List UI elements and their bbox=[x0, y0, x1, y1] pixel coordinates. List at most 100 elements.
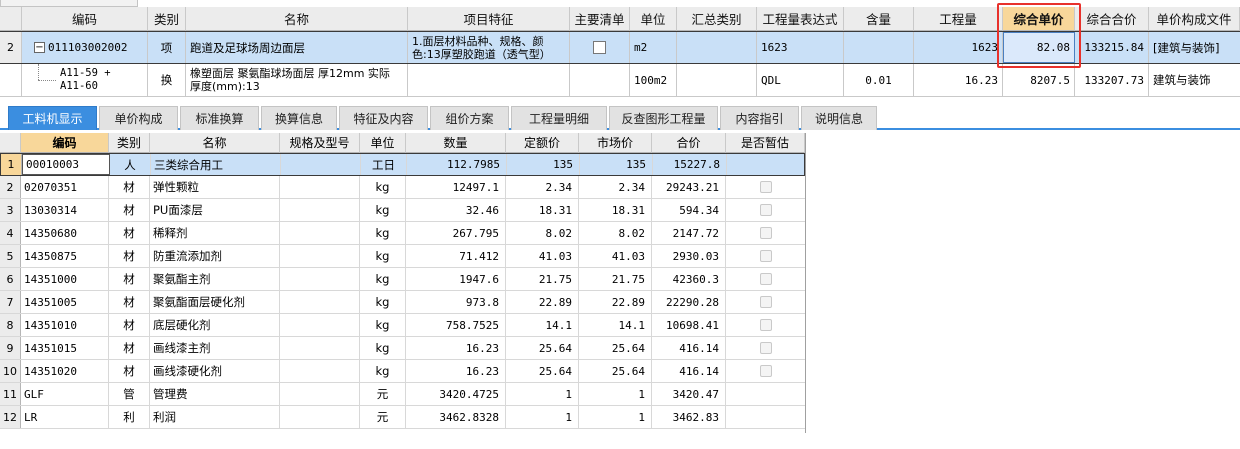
resource-spec[interactable] bbox=[281, 154, 361, 175]
resource-qty[interactable]: 112.7985 bbox=[407, 154, 507, 175]
resource-market-price[interactable]: 2.34 bbox=[579, 176, 652, 198]
table-row[interactable]: 7 14351005 材聚氨酯面层硬化剂 kg 973.8 22.89 22.89 22290… bbox=[0, 291, 805, 314]
provisional-checkbox[interactable] bbox=[759, 181, 772, 193]
resource-name[interactable]: 聚氨酯面层硬化剂 bbox=[150, 291, 280, 313]
resource-total[interactable]: 10698.41 bbox=[652, 314, 726, 336]
content-cell[interactable]: 0.01 bbox=[844, 64, 914, 96]
col-header-price-file[interactable]: 单价构成文件 bbox=[1149, 7, 1240, 31]
expression-cell[interactable]: QDL bbox=[757, 64, 844, 96]
resource-type[interactable]: 材 bbox=[109, 245, 150, 267]
provisional-checkbox[interactable] bbox=[759, 250, 772, 262]
provisional-checkbox[interactable] bbox=[759, 204, 772, 216]
resource-quota-price[interactable]: 8.02 bbox=[506, 222, 579, 244]
col-header-quantity[interactable]: 工程量 bbox=[914, 7, 1003, 31]
col-header-expression[interactable]: 工程量表达式 bbox=[757, 7, 844, 31]
resource-code[interactable]: 14350680 bbox=[21, 222, 109, 244]
resource-type[interactable]: 材 bbox=[109, 360, 150, 382]
col-header-total[interactable]: 综合合价 bbox=[1075, 7, 1149, 31]
resource-code[interactable]: GLF bbox=[21, 383, 109, 405]
resource-market-price[interactable]: 25.64 bbox=[579, 337, 652, 359]
resource-unit[interactable]: kg bbox=[360, 360, 406, 382]
resource-qty[interactable]: 267.795 bbox=[406, 222, 506, 244]
provisional-cell[interactable] bbox=[726, 383, 805, 405]
resource-code[interactable]: LR bbox=[21, 406, 109, 428]
resource-type[interactable]: 管 bbox=[109, 383, 150, 405]
tab-standard-conversion[interactable]: 标准换算 bbox=[180, 106, 259, 130]
provisional-checkbox[interactable] bbox=[759, 365, 772, 377]
resource-type[interactable]: 材 bbox=[109, 222, 150, 244]
resource-name[interactable]: 聚氨酯主剂 bbox=[150, 268, 280, 290]
resource-type[interactable]: 人 bbox=[110, 154, 151, 175]
resource-unit[interactable]: kg bbox=[360, 245, 406, 267]
col-header-code[interactable]: 编码 bbox=[22, 7, 148, 31]
unit-cell[interactable]: m2 bbox=[630, 32, 677, 63]
resource-quota-price[interactable]: 41.03 bbox=[506, 245, 579, 267]
table-row[interactable]: 3 13030314 材 PU面漆层 kg 32.46 18.31 18.31 594.34 bbox=[0, 199, 805, 222]
resource-type[interactable]: 材 bbox=[109, 337, 150, 359]
resource-unit[interactable]: 元 bbox=[360, 383, 406, 405]
provisional-cell[interactable] bbox=[726, 314, 805, 336]
resource-code[interactable]: 14350875 bbox=[21, 245, 109, 267]
table-row[interactable]: 11 GLF 管管理费元 3420.4725 1 1 3420.47 bbox=[0, 383, 805, 406]
resource-code[interactable]: 14351010 bbox=[21, 314, 109, 336]
resource-name[interactable]: 防重流添加剂 bbox=[150, 245, 280, 267]
provisional-checkbox[interactable] bbox=[759, 342, 772, 354]
provisional-checkbox[interactable] bbox=[759, 227, 772, 239]
col-header-provisional[interactable]: 是否暂估 bbox=[726, 133, 805, 153]
table-row[interactable]: 5 14350875 材防重流添加剂 kg 71.412 41.03 41.03 2930.0… bbox=[0, 245, 805, 268]
resource-total[interactable]: 3420.47 bbox=[652, 383, 726, 405]
resource-spec[interactable] bbox=[280, 268, 360, 290]
table-row[interactable]: 6 14351000 材聚氨酯主剂 kg 1947.6 21.75 21.75 42360.3 bbox=[0, 268, 805, 291]
unit-price-cell[interactable]: 8207.5 bbox=[1003, 64, 1075, 96]
resource-unit[interactable]: kg bbox=[360, 199, 406, 221]
col-header-name[interactable]: 名称 bbox=[186, 7, 408, 31]
resource-quota-price[interactable]: 1 bbox=[506, 406, 579, 428]
resource-code[interactable]: 13030314 bbox=[21, 199, 109, 221]
resource-market-price[interactable]: 8.02 bbox=[579, 222, 652, 244]
tab-quantity-detail[interactable]: 工程量明细 bbox=[511, 106, 607, 130]
col-header-content[interactable]: 含量 bbox=[844, 7, 914, 31]
resource-type[interactable]: 材 bbox=[109, 268, 150, 290]
table-row[interactable]: 4 14350680 材稀释剂 kg 267.795 8.02 8.02 2147.72 bbox=[0, 222, 805, 245]
resource-type[interactable]: 材 bbox=[109, 291, 150, 313]
tab-pricing-scheme[interactable]: 组价方案 bbox=[430, 106, 509, 130]
table-row[interactable]: 1 00010003 人三类综合用工 工日 112.7985 135 135 15227.8 bbox=[0, 153, 805, 176]
col-header-qty[interactable]: 数量 bbox=[406, 133, 506, 153]
feature-cell[interactable]: 1.面层材料品种、规格、颜 色:13厚塑胶跑道（透气型） bbox=[408, 32, 570, 63]
feature-cell[interactable] bbox=[408, 64, 570, 96]
resource-qty[interactable]: 973.8 bbox=[406, 291, 506, 313]
col-header-type[interactable]: 类别 bbox=[109, 133, 150, 153]
provisional-cell[interactable] bbox=[727, 154, 806, 175]
provisional-checkbox[interactable] bbox=[759, 319, 772, 331]
resource-type[interactable]: 材 bbox=[109, 314, 150, 336]
resource-quota-price[interactable]: 22.89 bbox=[506, 291, 579, 313]
col-header-type[interactable]: 类别 bbox=[148, 7, 186, 31]
resource-qty[interactable]: 16.23 bbox=[406, 337, 506, 359]
resource-spec[interactable] bbox=[280, 337, 360, 359]
resource-unit[interactable]: 工日 bbox=[361, 154, 407, 175]
tab-description-info[interactable]: 说明信息 bbox=[801, 106, 877, 130]
summary-type-cell[interactable] bbox=[677, 32, 757, 63]
resource-name[interactable]: 底层硬化剂 bbox=[150, 314, 280, 336]
resource-total[interactable]: 15227.8 bbox=[653, 154, 727, 175]
resource-type[interactable]: 材 bbox=[109, 199, 150, 221]
resource-spec[interactable] bbox=[280, 406, 360, 428]
resource-unit[interactable]: 元 bbox=[360, 406, 406, 428]
resource-name[interactable]: 弹性颗粒 bbox=[150, 176, 280, 198]
resource-quota-price[interactable]: 2.34 bbox=[506, 176, 579, 198]
price-file-cell[interactable]: 建筑与装饰 bbox=[1149, 64, 1240, 96]
col-header-main-list[interactable]: 主要清单 bbox=[570, 7, 630, 31]
col-header-market-price[interactable]: 市场价 bbox=[579, 133, 652, 153]
resource-code[interactable]: 14351020 bbox=[21, 360, 109, 382]
resource-market-price[interactable]: 1 bbox=[579, 406, 652, 428]
resource-name[interactable]: PU面漆层 bbox=[150, 199, 280, 221]
resource-market-price[interactable]: 1 bbox=[579, 383, 652, 405]
resource-spec[interactable] bbox=[280, 222, 360, 244]
resource-total[interactable]: 416.14 bbox=[652, 360, 726, 382]
table-row[interactable]: 2 02070351 材弹性颗粒 kg 12497.1 2.34 2.34 29243.21 bbox=[0, 176, 805, 199]
resource-unit[interactable]: kg bbox=[360, 268, 406, 290]
quantity-cell[interactable]: 1623 bbox=[914, 32, 1003, 63]
provisional-cell[interactable] bbox=[726, 176, 805, 198]
resource-unit[interactable]: kg bbox=[360, 222, 406, 244]
provisional-cell[interactable] bbox=[726, 360, 805, 382]
